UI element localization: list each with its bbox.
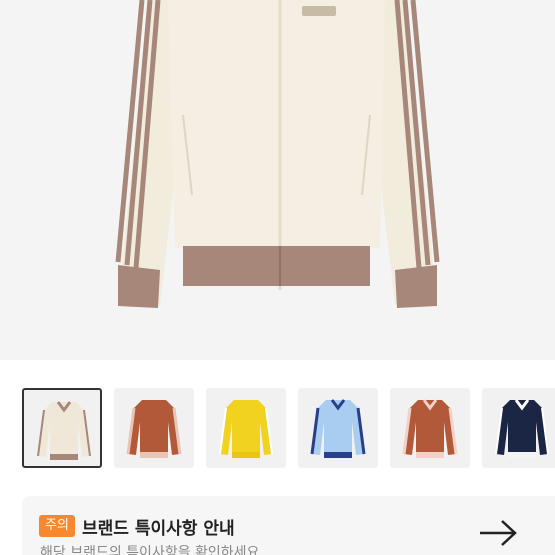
thumb-navy[interactable] [482,388,555,468]
thumbnail-gallery [22,388,555,470]
jacket-thumbnail-icon [126,400,182,458]
jacket-thumbnail-icon [310,399,366,458]
product-main-image[interactable] [0,0,555,360]
notice-title: 브랜드 특이사항 안내 [82,519,235,539]
warning-badge: 주의 [39,515,75,537]
jacket-main-image [115,0,440,308]
thumb-yellow[interactable] [206,388,286,468]
jacket-thumbnail-icon [37,401,91,460]
thumb-light-blue[interactable] [298,388,378,468]
thumb-brown-pink[interactable] [114,388,194,468]
brand-notice-banner[interactable]: 주의 브랜드 특이사항 안내 해당 브랜드의 특이사항을 확인하세요 [22,496,555,555]
jacket-thumbnail-icon [402,399,458,458]
arrow-right-icon[interactable] [478,518,518,548]
thumb-rust-pink[interactable] [390,388,470,468]
jacket-thumbnail-icon [495,399,549,458]
jacket-thumbnail-icon [219,400,273,458]
thumb-cream-brown[interactable] [22,388,102,468]
notice-subtitle: 해당 브랜드의 특이사항을 확인하세요 [40,545,260,555]
